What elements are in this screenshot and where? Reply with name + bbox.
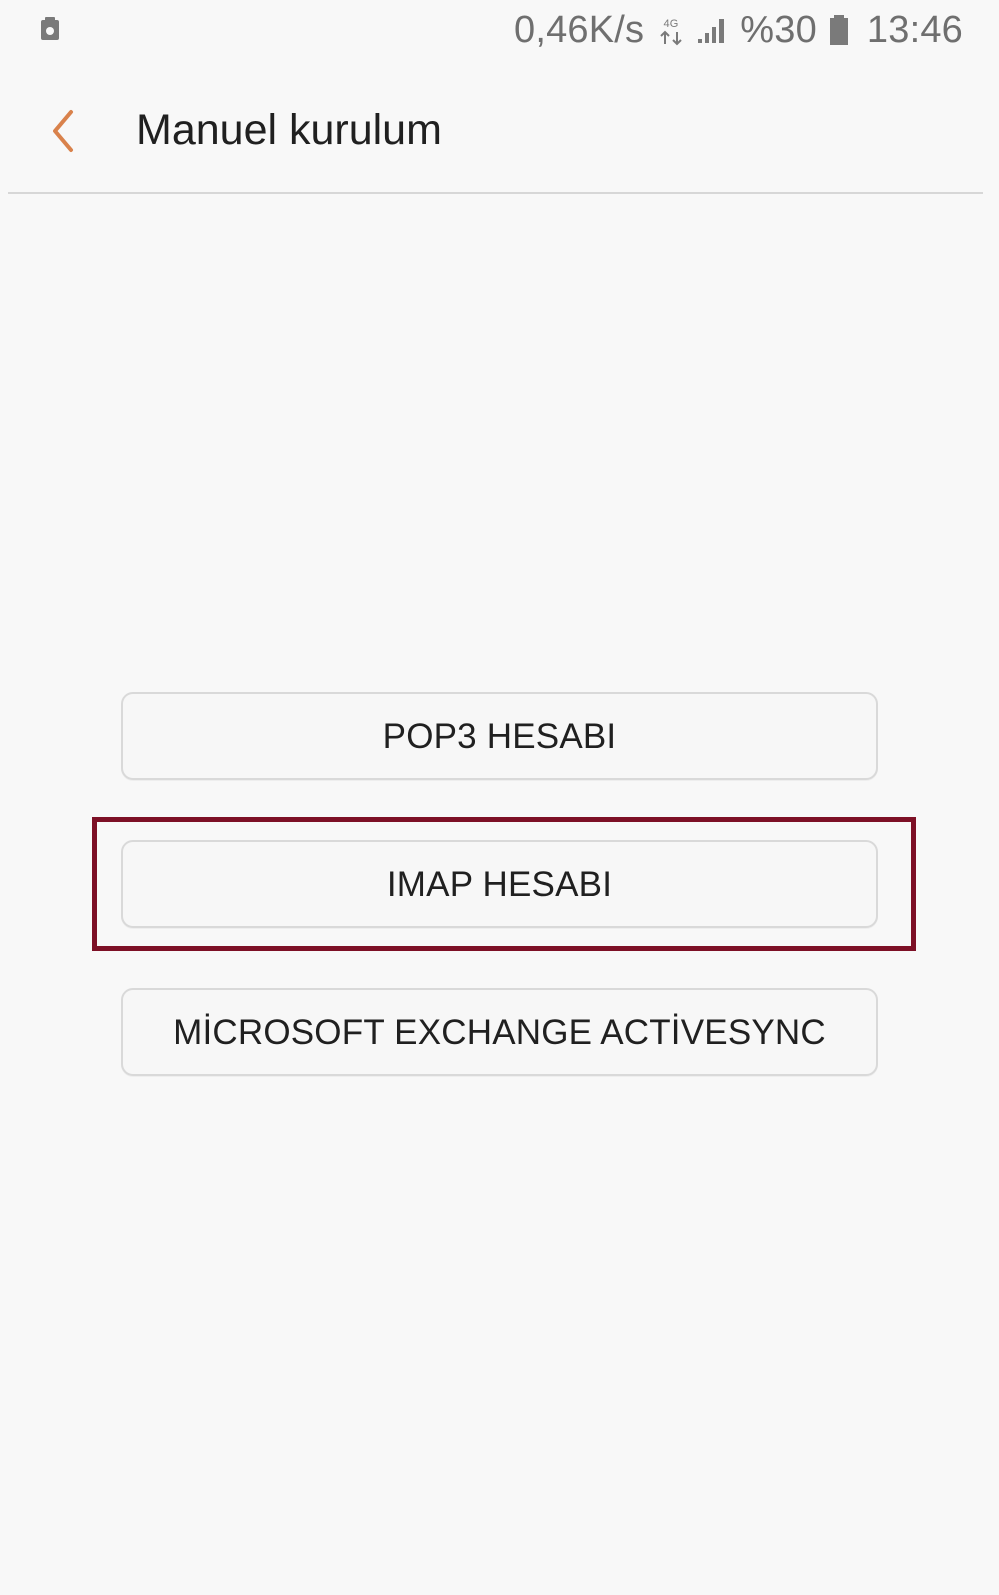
svg-text:4G: 4G (664, 18, 679, 30)
notification-icon (41, 17, 59, 40)
back-button[interactable] (34, 102, 92, 160)
battery-percent: %30 (740, 8, 817, 51)
header-divider (8, 192, 983, 194)
exchange-activesync-button[interactable]: MİCROSOFT EXCHANGE ACTİVESYNC (121, 988, 878, 1076)
page-title: Manuel kurulum (136, 106, 442, 154)
app-header: Manuel kurulum (0, 64, 999, 194)
network-type-icon: 4G (660, 18, 682, 46)
clock-time: 13:46 (866, 8, 963, 51)
signal-icon (698, 19, 725, 43)
status-bar: 0,46K/s 4G %30 13:46 (0, 0, 999, 62)
battery-icon (829, 15, 848, 45)
imap-account-button[interactable]: IMAP HESABI (121, 840, 878, 928)
pop3-account-button[interactable]: POP3 HESABI (121, 692, 878, 780)
chevron-left-icon (53, 110, 73, 152)
network-speed: 0,46K/s (513, 8, 645, 51)
status-right-group: 0,46K/s 4G %30 13:46 (514, 7, 963, 53)
